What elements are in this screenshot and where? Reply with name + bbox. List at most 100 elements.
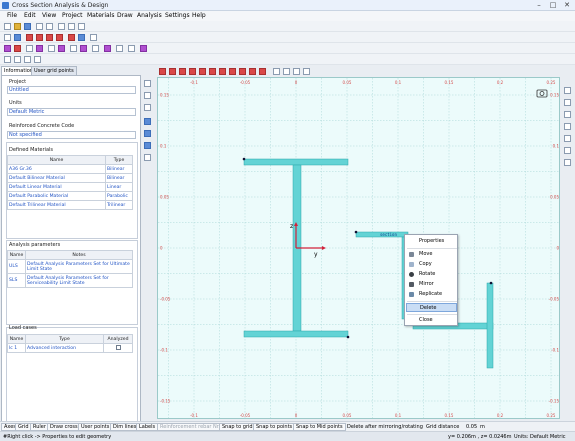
draw-triangle-icon[interactable] bbox=[229, 68, 236, 75]
paste-icon[interactable] bbox=[78, 23, 85, 30]
print-icon[interactable] bbox=[58, 23, 65, 30]
table-row[interactable]: SLS Default Analysis Parameters Set for S… bbox=[7, 273, 133, 288]
draw-square-icon[interactable] bbox=[169, 68, 176, 75]
zoom-window-icon[interactable] bbox=[144, 142, 151, 149]
draw-rect-icon[interactable] bbox=[159, 68, 166, 75]
calc2-icon[interactable] bbox=[14, 56, 21, 63]
context-item-rotate[interactable]: Rotate bbox=[406, 270, 457, 279]
draw-ring-icon[interactable] bbox=[199, 68, 206, 75]
context-item-delete[interactable]: Delete bbox=[406, 303, 457, 312]
rtool-4-icon[interactable] bbox=[564, 123, 571, 130]
analyzed-checkbox[interactable] bbox=[115, 344, 121, 350]
polyline-tool-icon[interactable] bbox=[36, 34, 43, 41]
curve-tool-icon[interactable] bbox=[46, 34, 53, 41]
draw-rebar-icon[interactable] bbox=[249, 68, 256, 75]
toggle-user-points[interactable]: User points bbox=[78, 423, 113, 431]
maximize-button[interactable]: □ bbox=[546, 1, 560, 10]
mesh-tool-icon[interactable] bbox=[48, 45, 55, 52]
rtool-7-icon[interactable] bbox=[564, 159, 571, 166]
table-row[interactable]: A36 Gr.36 Bilinear bbox=[7, 164, 133, 174]
code-field[interactable]: Not specified bbox=[7, 131, 136, 139]
rotate-arrows-icon[interactable] bbox=[283, 68, 290, 75]
rect-tool-icon[interactable] bbox=[68, 34, 75, 41]
zoom-out-icon[interactable] bbox=[144, 130, 151, 137]
undo-icon[interactable] bbox=[36, 23, 43, 30]
menu-settings[interactable]: Settings bbox=[165, 12, 190, 19]
context-item-close[interactable]: Close bbox=[406, 316, 457, 325]
table-row[interactable]: lc 1 Advanced interaction bbox=[7, 343, 133, 353]
draw-point-icon[interactable] bbox=[219, 68, 226, 75]
calc3-icon[interactable] bbox=[24, 56, 31, 63]
drawing-canvas[interactable]: -0.1 -0.1 -0.05 -0.05 0 0 0.05 0.05 0.1 0.1 0.15 0.… bbox=[157, 77, 560, 419]
rtool-3-icon[interactable] bbox=[564, 111, 571, 118]
grid-icon[interactable] bbox=[4, 34, 11, 41]
context-item-move[interactable]: Move bbox=[406, 250, 457, 259]
menu-edit[interactable]: Edit bbox=[24, 12, 36, 19]
context-item-properties[interactable]: Properties bbox=[406, 237, 457, 246]
interaction-tool-icon[interactable] bbox=[104, 45, 111, 52]
project-field[interactable]: Untitled bbox=[7, 86, 136, 94]
context-item-copy[interactable]: Copy bbox=[406, 260, 457, 269]
table-row[interactable]: Default Linear Material Linear bbox=[7, 182, 133, 192]
calc-icon[interactable] bbox=[4, 56, 11, 63]
grid-distance-value[interactable]: 0.05 bbox=[466, 424, 477, 430]
table-row[interactable]: ULS Default Analysis Parameters Set for U… bbox=[7, 259, 133, 274]
toggle-labels[interactable]: Labels bbox=[136, 423, 159, 431]
toggle-rebar-nr[interactable]: Reinforcement rebar Nr. bbox=[157, 423, 223, 431]
select-icon[interactable] bbox=[144, 80, 151, 87]
hole-tool-icon[interactable] bbox=[36, 45, 43, 52]
menu-file[interactable]: File bbox=[7, 12, 17, 19]
draw-circle-icon[interactable] bbox=[189, 68, 196, 75]
menu-help[interactable]: Help bbox=[192, 12, 206, 19]
zoom-in-icon[interactable] bbox=[144, 118, 151, 125]
menu-draw[interactable]: Draw bbox=[117, 12, 133, 19]
zoom-extents-icon[interactable] bbox=[14, 34, 21, 41]
table-row[interactable]: Default Parabolic Material Parabolic bbox=[7, 191, 133, 201]
material-tool-icon[interactable] bbox=[14, 45, 21, 52]
toggle-snap-points[interactable]: Snap to points bbox=[253, 423, 296, 431]
minimize-button[interactable]: – bbox=[532, 1, 546, 10]
context-item-replicate[interactable]: Replicate bbox=[406, 290, 457, 299]
report-tool-icon[interactable] bbox=[92, 45, 99, 52]
table-row[interactable]: Default Trilinear Material Trilinear bbox=[7, 200, 133, 210]
stress-tool-icon[interactable] bbox=[116, 45, 123, 52]
open-file-icon[interactable] bbox=[14, 23, 21, 30]
draw-poly-icon[interactable] bbox=[179, 68, 186, 75]
toggle-snap-mid-points[interactable]: Snap to Mid points bbox=[293, 423, 346, 431]
table-row[interactable]: Default Bilinear Material Bilinear bbox=[7, 173, 133, 183]
save-icon[interactable] bbox=[24, 23, 31, 30]
pointer-icon[interactable] bbox=[144, 92, 151, 99]
rtool-2-icon[interactable] bbox=[564, 99, 571, 106]
results-tool-icon[interactable] bbox=[80, 45, 87, 52]
units-field[interactable]: Default Metric bbox=[7, 108, 136, 116]
section-tool-icon[interactable] bbox=[4, 45, 11, 52]
new-file-icon[interactable] bbox=[4, 23, 11, 30]
copy-icon[interactable] bbox=[68, 23, 75, 30]
rebar-tool-icon[interactable] bbox=[26, 45, 33, 52]
menu-analysis[interactable]: Analysis bbox=[137, 12, 162, 19]
arc-tool-icon[interactable] bbox=[56, 34, 63, 41]
scale-icon[interactable] bbox=[293, 68, 300, 75]
curvature-tool-icon[interactable] bbox=[140, 45, 147, 52]
calc4-icon[interactable] bbox=[34, 56, 41, 63]
menu-materials[interactable]: Materials bbox=[87, 12, 115, 19]
dimension-tool-icon[interactable] bbox=[78, 34, 85, 41]
draw-tee-icon[interactable] bbox=[259, 68, 266, 75]
draw-ellipse-icon[interactable] bbox=[209, 68, 216, 75]
close-window-button[interactable]: ✕ bbox=[560, 1, 574, 10]
text-tool-icon[interactable] bbox=[90, 34, 97, 41]
menu-view[interactable]: View bbox=[42, 12, 56, 19]
analysis-tool-icon[interactable] bbox=[70, 45, 77, 52]
rtool-5-icon[interactable] bbox=[564, 135, 571, 142]
draw-shape-icon[interactable] bbox=[239, 68, 246, 75]
pan-icon[interactable] bbox=[144, 104, 151, 111]
toggle-snap-grid[interactable]: Snap to grid bbox=[219, 423, 256, 431]
move-cross-icon[interactable] bbox=[273, 68, 280, 75]
line-tool-icon[interactable] bbox=[26, 34, 33, 41]
rtool-1-icon[interactable] bbox=[564, 87, 571, 94]
toggle-dim-lines[interactable]: Dim lines bbox=[110, 423, 140, 431]
moment-tool-icon[interactable] bbox=[128, 45, 135, 52]
context-item-mirror[interactable]: Mirror bbox=[406, 280, 457, 289]
refresh-icon[interactable] bbox=[144, 154, 151, 161]
steel-shape-icon[interactable] bbox=[58, 45, 65, 52]
